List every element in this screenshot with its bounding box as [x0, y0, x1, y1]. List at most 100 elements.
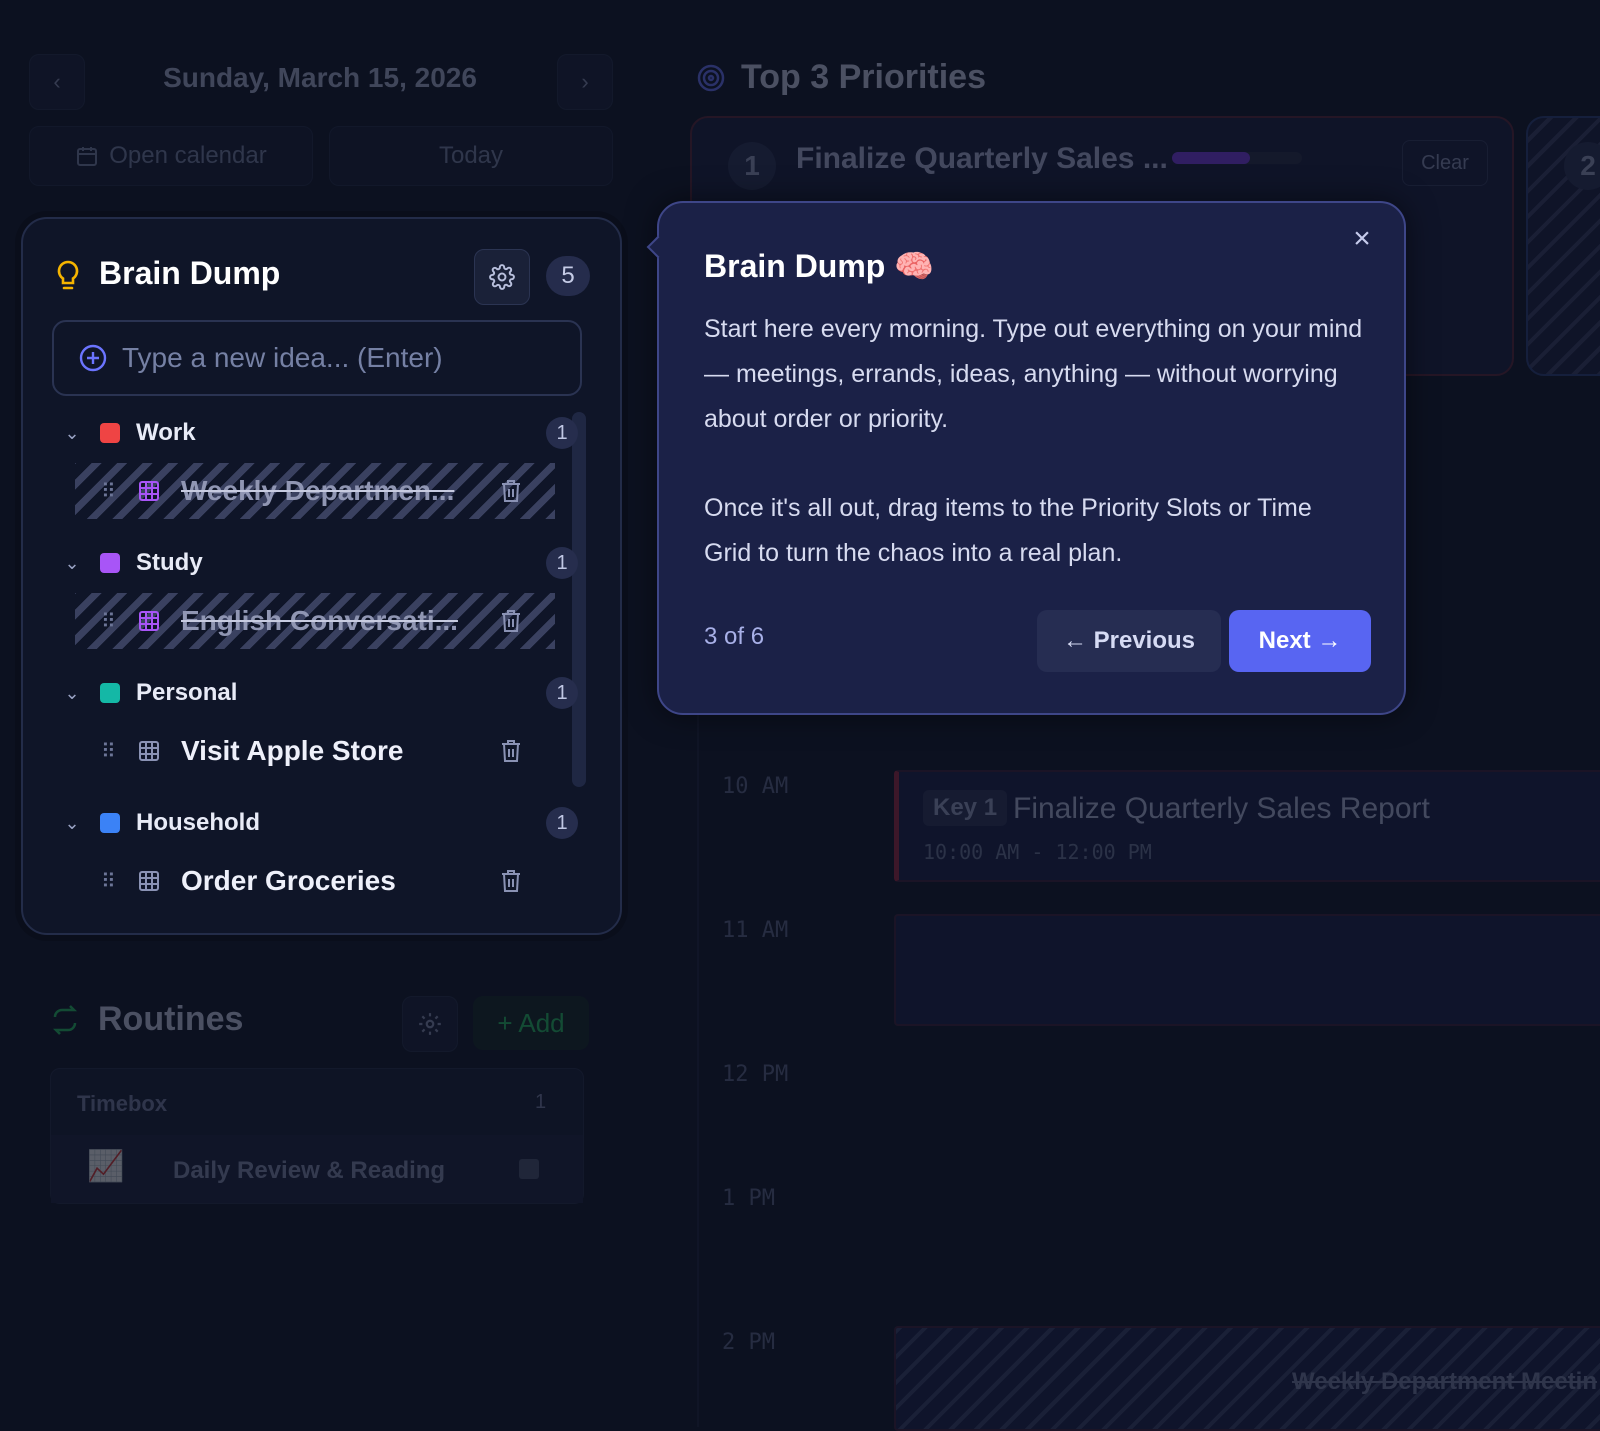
prev-day-button[interactable]: ‹ [29, 54, 85, 110]
trash-icon[interactable] [499, 869, 523, 893]
routine-group: Timebox 1 📈 Daily Review & Reading [50, 1068, 584, 1204]
category-color-dot [100, 423, 120, 443]
task-item[interactable]: ⠿ Weekly Departmen... [75, 463, 555, 519]
brain-dump-panel: Brain Dump 5 ⌄ Work 1 ⠿ Weekly Departmen… [21, 217, 622, 935]
drag-handle-icon[interactable]: ⠿ [101, 609, 125, 634]
chevron-down-icon[interactable]: ⌄ [52, 553, 92, 574]
category-color-dot [100, 683, 120, 703]
previous-button[interactable]: ← Previous [1037, 610, 1221, 672]
task-label: Visit Apple Store [181, 735, 404, 766]
routines-header: Routines [50, 1000, 243, 1039]
priorities-header: Top 3 Priorities [697, 58, 986, 97]
task-item[interactable]: ⠿ Order Groceries [75, 853, 555, 909]
routines-title: Routines [98, 1000, 244, 1038]
chevron-left-icon: ‹ [53, 69, 61, 94]
routines-settings-button[interactable] [402, 996, 458, 1052]
hour-label: 12 PM [722, 1062, 789, 1087]
routine-item[interactable]: 📈 Daily Review & Reading [51, 1135, 583, 1203]
tooltip-paragraph: Once it's all out, drag items to the Pri… [704, 494, 1312, 567]
tooltip-body: Start here every morning. Type out every… [704, 307, 1364, 620]
timeline-event-block[interactable] [894, 914, 1600, 1026]
event-title: Weekly Department Meetin [1292, 1368, 1597, 1395]
task-label: Order Groceries [181, 865, 396, 896]
category-name: Household [136, 809, 260, 836]
chevron-right-icon: › [581, 69, 589, 94]
new-idea-field[interactable] [52, 320, 582, 396]
gear-icon [419, 1013, 441, 1035]
drag-handle-icon[interactable]: ⠿ [101, 869, 125, 894]
event-badge: Key 1 [923, 790, 1008, 826]
event-time: 10:00 AM - 12:00 PM [923, 840, 1152, 864]
brain-dump-settings-button[interactable] [474, 249, 530, 305]
trash-icon[interactable] [499, 479, 523, 503]
brain-dump-title: Brain Dump [99, 255, 281, 291]
today-button[interactable]: Today [329, 126, 613, 186]
hour-label: 10 AM [722, 774, 789, 799]
priority-number: 1 [728, 142, 776, 190]
priority-number: 2 [1564, 142, 1600, 190]
tooltip-paragraph: Start here every morning. Type out every… [704, 315, 1363, 433]
onboarding-tooltip: × Brain Dump 🧠 Start here every morning.… [646, 201, 1406, 715]
routine-label: Daily Review & Reading [173, 1157, 446, 1184]
category-count: 1 [546, 807, 578, 839]
trash-icon[interactable] [499, 739, 523, 763]
lightbulb-icon [57, 260, 79, 290]
tour-step-counter: 3 of 6 [704, 623, 765, 650]
task-item[interactable]: ⠿ Visit Apple Store [75, 723, 555, 779]
timeline-event[interactable]: Weekly Department Meetin [894, 1326, 1600, 1431]
priorities-title: Top 3 Priorities [741, 58, 986, 96]
hour-label: 11 AM [722, 918, 789, 943]
grid-icon [137, 479, 161, 503]
chevron-down-icon[interactable]: ⌄ [52, 423, 92, 444]
open-calendar-button[interactable]: Open calendar [29, 126, 313, 186]
brain-dump-scrollbar[interactable] [572, 412, 586, 787]
drag-handle-icon[interactable]: ⠿ [101, 739, 125, 764]
task-label: English Conversati... [181, 605, 458, 636]
tooltip-title: Brain Dump 🧠 [704, 248, 935, 284]
plus-circle-icon [79, 344, 107, 372]
task-item[interactable]: ⠿ English Conversati... [75, 593, 555, 649]
idea-count-badge: 5 [546, 256, 590, 296]
target-icon [697, 64, 725, 91]
category-study[interactable]: ⌄ Study 1 [52, 543, 578, 583]
add-routine-button[interactable]: + Add [473, 996, 589, 1050]
gear-icon [489, 264, 515, 290]
grid-icon [137, 739, 161, 763]
category-count: 1 [546, 677, 578, 709]
task-label: Weekly Departmen... [181, 475, 455, 506]
note-icon [519, 1159, 539, 1179]
category-name: Work [136, 419, 196, 446]
category-count: 1 [546, 547, 578, 579]
calendar-icon [77, 147, 98, 166]
chevron-down-icon[interactable]: ⌄ [52, 813, 92, 834]
chevron-down-icon[interactable]: ⌄ [52, 683, 92, 704]
clear-priority-button[interactable]: Clear [1402, 140, 1488, 186]
current-date: Sunday, March 15, 2026 [163, 62, 477, 93]
grid-icon [137, 609, 161, 633]
hour-label: 1 PM [722, 1186, 775, 1211]
category-household[interactable]: ⌄ Household 1 [52, 803, 578, 843]
priority-progress [1172, 152, 1302, 164]
close-icon[interactable]: × [1344, 221, 1380, 257]
trash-icon[interactable] [499, 609, 523, 633]
routine-group-title: Timebox [77, 1091, 168, 1116]
category-work[interactable]: ⌄ Work 1 [52, 413, 578, 453]
next-day-button[interactable]: › [557, 54, 613, 110]
new-idea-input[interactable] [120, 341, 564, 375]
drag-handle-icon[interactable]: ⠿ [101, 479, 125, 504]
category-color-dot [100, 813, 120, 833]
priority-task: Finalize Quarterly Sales ... [796, 142, 1168, 175]
category-name: Personal [136, 679, 238, 706]
hour-label: 2 PM [722, 1330, 775, 1355]
category-color-dot [100, 553, 120, 573]
timeline-event[interactable]: Key 1 Finalize Quarterly Sales Report 10… [894, 770, 1600, 882]
chart-icon: 📈 [87, 1150, 125, 1183]
category-personal[interactable]: ⌄ Personal 1 [52, 673, 578, 713]
priority-slot-2[interactable]: 2 [1526, 116, 1600, 376]
next-button[interactable]: Next → [1229, 610, 1371, 672]
event-title: Finalize Quarterly Sales Report [1013, 792, 1430, 825]
grid-icon [137, 869, 161, 893]
category-name: Study [136, 549, 203, 576]
routine-group-count: 1 [535, 1091, 547, 1113]
repeat-icon [52, 1004, 78, 1035]
